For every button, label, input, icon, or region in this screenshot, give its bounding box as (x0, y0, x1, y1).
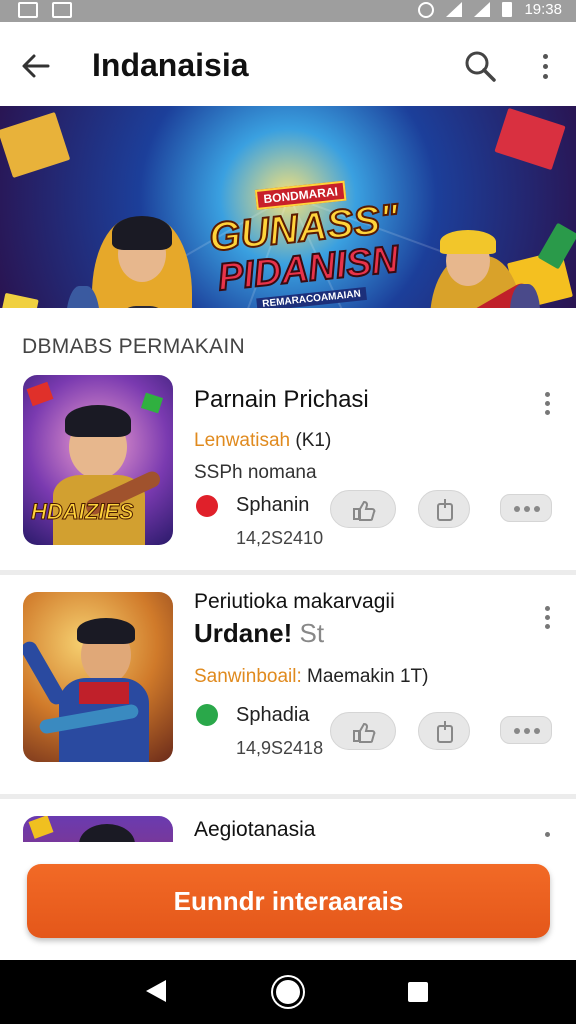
game-category-suffix: Maemakin 1T) (307, 666, 429, 687)
game-category-label: Sanwinboail: (194, 666, 302, 687)
search-button[interactable] (458, 44, 502, 88)
source-name: Sphadia (236, 704, 310, 726)
divider (0, 570, 576, 575)
share-icon (437, 721, 453, 743)
back-arrow-icon (22, 54, 50, 78)
banner-title: BONDMARAI GUNASS" PIDANISN REMARACOAMAIA… (190, 174, 422, 308)
game-category-suffix: (K1) (295, 430, 332, 451)
section-label: DBMABS PERMAKAIN (22, 335, 246, 358)
photo-icon (52, 2, 72, 18)
source-count: 14,2S2410 (236, 528, 324, 548)
game-thumbnail[interactable]: HDAIZIES (23, 375, 173, 545)
divider (0, 794, 576, 799)
card-more-icon[interactable] (540, 392, 554, 422)
game-category-label: Lenwatisah (194, 430, 291, 451)
nav-recents-icon[interactable] (408, 982, 428, 1002)
status-time: 19:38 (524, 1, 562, 18)
share-button[interactable] (418, 712, 470, 750)
promo-banner[interactable]: BONDMARAI GUNASS" PIDANISN REMARACOAMAIA… (0, 106, 576, 308)
signal-icon (474, 2, 491, 17)
battery-icon (502, 2, 513, 17)
game-card[interactable]: Aegiotanasia (0, 802, 576, 842)
game-subtitle: Urdane! St (194, 618, 324, 649)
game-thumbnail[interactable] (23, 592, 173, 762)
more-actions-button[interactable] (500, 716, 552, 744)
game-thumbnail[interactable] (23, 816, 173, 842)
status-bar: 19:38 (0, 0, 576, 22)
alarm-icon (418, 1, 435, 18)
game-thumbnail-label: HDAIZIES (31, 499, 135, 525)
source-chat-icon (196, 704, 218, 726)
game-subtitle-main: Urdane! (194, 618, 293, 648)
card-more-icon[interactable] (540, 606, 554, 636)
image-icon (18, 2, 38, 18)
source-heart-icon (196, 495, 218, 517)
share-button[interactable] (418, 490, 470, 528)
game-title: Aegiotanasia (194, 818, 316, 841)
game-category: Lenwatisah (K1) (194, 430, 331, 452)
nav-home-icon[interactable] (276, 980, 300, 1004)
nav-back-icon[interactable] (146, 980, 166, 1002)
wifi-icon (446, 2, 463, 17)
more-options-button[interactable] (526, 44, 566, 88)
source-count: 14,9S2418 (236, 738, 324, 758)
more-actions-button[interactable] (500, 494, 552, 522)
game-subtitle-suffix: St (299, 618, 325, 648)
game-category: Sanwinboail: Maemakin 1T) (194, 666, 428, 688)
share-icon (437, 499, 453, 521)
page-title: Indanaisia (92, 47, 249, 83)
primary-cta-button[interactable]: Eunndr interaarais (27, 864, 550, 938)
source-name: Sphanin (236, 494, 310, 516)
thumbs-up-icon (353, 722, 376, 743)
back-button[interactable] (14, 44, 58, 88)
game-card[interactable]: Periutioka makarvagii Urdane! St Sanwinb… (0, 578, 576, 792)
game-title: Parnain Prichasi (194, 386, 369, 413)
like-button[interactable] (330, 490, 396, 528)
like-button[interactable] (330, 712, 396, 750)
game-title: Periutioka makarvagii (194, 590, 395, 613)
search-icon (465, 51, 496, 82)
thumbs-up-icon (353, 500, 376, 521)
card-more-icon[interactable] (540, 832, 554, 842)
game-meta: SSPh nomana (194, 462, 317, 483)
more-vertical-icon (543, 54, 549, 84)
app-bar: Indanaisia (0, 22, 576, 106)
more-horizontal-icon (514, 506, 540, 512)
game-card[interactable]: HDAIZIES Parnain Prichasi Lenwatisah (K1… (0, 368, 576, 568)
system-nav-bar (0, 960, 576, 1024)
more-horizontal-icon (514, 728, 540, 734)
